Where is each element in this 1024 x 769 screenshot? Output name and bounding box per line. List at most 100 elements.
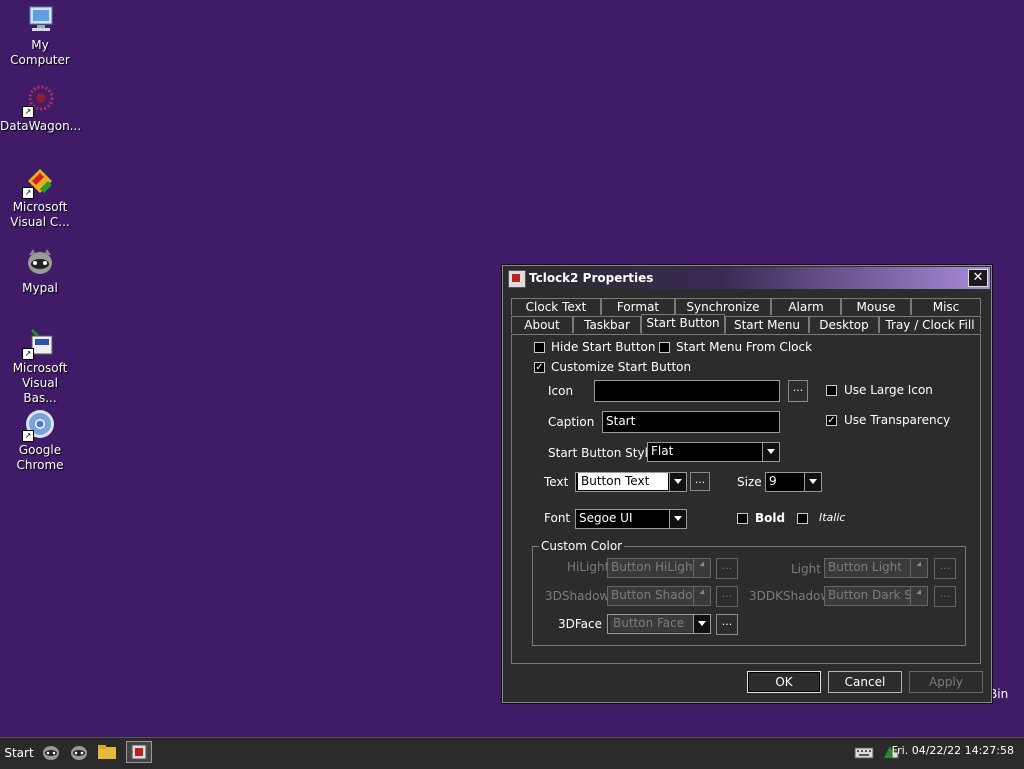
use-large-icon-checkbox[interactable]: [826, 385, 837, 396]
check-icon: ✓: [827, 415, 836, 426]
tab-label: About: [524, 318, 560, 332]
use-large-icon-label: Use Large Icon: [844, 383, 933, 397]
use-transparency-checkbox[interactable]: ✓: [826, 415, 837, 426]
custom-color-title: Custom Color: [539, 539, 625, 553]
tab-mouse[interactable]: Mouse: [841, 298, 911, 315]
tab-taskbar[interactable]: Taskbar: [573, 316, 641, 333]
3ddkshadow-browse-button[interactable]: ...: [934, 586, 956, 607]
shortcut-arrow-icon: ↗: [22, 187, 34, 199]
tab-label: Start Menu: [733, 318, 801, 332]
icon-label: Icon: [548, 384, 574, 398]
light-browse-button[interactable]: ...: [934, 558, 956, 579]
text-color-label: Text: [544, 475, 569, 489]
tab-label: Misc: [932, 300, 960, 314]
close-button[interactable]: ✕: [968, 269, 988, 287]
hide-start-button-label: Hide Start Button: [551, 340, 656, 354]
3ddkshadow-color-select[interactable]: Button Dark Sh: [824, 586, 928, 606]
desktop-icon-datawagon[interactable]: ↗ DataWagon...: [0, 84, 82, 134]
shortcut-arrow-icon: ↗: [22, 348, 34, 360]
3dshadow-label: 3DShadow: [545, 589, 610, 603]
tab-label: Clock Text: [525, 300, 587, 314]
quicklaunch-mypal-2-icon[interactable]: [68, 741, 90, 763]
select-value: Flat: [651, 444, 674, 458]
italic-checkbox[interactable]: [797, 513, 808, 524]
size-label: Size: [737, 475, 762, 489]
customize-start-button-label: Customize Start Button: [551, 360, 692, 374]
bold-checkbox[interactable]: [737, 513, 748, 524]
check-icon: ✓: [535, 362, 544, 373]
tab-alarm[interactable]: Alarm: [771, 298, 841, 315]
dialog-title: Tclock2 Properties: [529, 271, 654, 285]
tab-start-button[interactable]: Start Button: [641, 314, 725, 334]
explorer-folder-icon[interactable]: [96, 741, 118, 763]
tab-about[interactable]: About: [511, 316, 573, 333]
desktop-icon-label: DataWagon...: [0, 119, 82, 133]
chevron-down-icon: [762, 443, 779, 461]
use-transparency-label: Use Transparency: [844, 413, 951, 427]
font-size-select[interactable]: 9: [765, 472, 822, 492]
hide-start-button-checkbox[interactable]: [534, 342, 545, 353]
cancel-button[interactable]: Cancel: [828, 671, 902, 693]
start-menu-from-clock-checkbox[interactable]: [659, 342, 670, 353]
tclock-properties-dialog: Tclock2 Properties ✕ Clock Text Format S…: [502, 265, 992, 703]
desktop-icon-label: Mypal: [22, 281, 58, 295]
select-value: Button Shadow: [611, 588, 703, 602]
tab-label: Mouse: [856, 300, 896, 314]
desktop-icon-chrome[interactable]: ↗ Google Chrome: [0, 408, 80, 473]
3dface-color-select[interactable]: Button Face: [607, 614, 711, 634]
3dface-browse-button[interactable]: ...: [716, 614, 738, 635]
taskbar-clock[interactable]: Fri. 04/22/22 14:27:58: [892, 744, 1014, 757]
text-color-select[interactable]: Button Text: [575, 472, 687, 492]
hilight-browse-button[interactable]: ...: [716, 558, 738, 579]
desktop-icon-visual-c[interactable]: ↗ Microsoft Visual C...: [0, 165, 80, 230]
tab-desktop[interactable]: Desktop: [809, 316, 879, 333]
keyboard-icon[interactable]: [854, 744, 874, 760]
3dshadow-browse-button[interactable]: ...: [716, 586, 738, 607]
tab-label: Desktop: [819, 318, 869, 332]
light-color-select[interactable]: Button Light: [824, 558, 928, 578]
hilight-label: HiLight: [567, 560, 610, 574]
chevron-down-icon: [669, 473, 686, 491]
text-color-browse-button[interactable]: ...: [690, 472, 710, 491]
tab-label: Tray / Clock Fill: [885, 318, 975, 332]
chevron-down-icon: [693, 615, 710, 633]
select-value: Button Light: [828, 560, 902, 574]
3dshadow-color-select[interactable]: Button Shadow: [607, 586, 711, 606]
quicklaunch-mypal-icon[interactable]: [40, 741, 62, 763]
font-select[interactable]: Segoe UI: [575, 509, 687, 529]
visual-c-icon: ↗: [22, 165, 56, 199]
chevron-down-icon: [804, 473, 821, 491]
caption-field[interactable]: Start: [602, 411, 780, 433]
ok-button[interactable]: OK: [747, 671, 821, 693]
font-label: Font: [544, 511, 571, 525]
desktop-icon-mypal[interactable]: Mypal: [0, 246, 80, 296]
desktop-icon-label: Microsoft Visual Bas...: [12, 361, 68, 405]
tab-label: Synchronize: [686, 300, 760, 314]
computer-icon: [24, 3, 56, 35]
tab-misc[interactable]: Misc: [911, 298, 981, 315]
dialog-titlebar[interactable]: Tclock2 Properties ✕: [504, 267, 990, 289]
icon-path-field[interactable]: [594, 380, 780, 402]
start-button-style-select[interactable]: Flat: [647, 442, 780, 462]
desktop-icon-label: My Computer: [10, 38, 70, 67]
icon-browse-button[interactable]: ...: [788, 380, 808, 402]
desktop-icon-visual-basic[interactable]: ↗ Microsoft Visual Bas...: [0, 326, 80, 406]
taskbar-tclock-window-button[interactable]: [126, 741, 152, 763]
tab-synchronize[interactable]: Synchronize: [675, 298, 771, 315]
desktop-icon-my-computer[interactable]: My Computer: [0, 3, 80, 68]
pencil-icon: [693, 559, 710, 577]
start-button[interactable]: Start: [0, 739, 38, 767]
tab-tray-clock-fill[interactable]: Tray / Clock Fill: [879, 316, 981, 333]
tab-format[interactable]: Format: [601, 298, 675, 315]
select-value: Button Face: [610, 615, 694, 632]
tab-clock-text[interactable]: Clock Text: [511, 298, 601, 315]
hilight-color-select[interactable]: Button HiLight: [607, 558, 711, 578]
light-label: Light: [791, 562, 821, 576]
tab-start-menu[interactable]: Start Menu: [725, 316, 809, 333]
mypal-icon: [24, 246, 56, 278]
customize-start-button-checkbox[interactable]: ✓: [534, 362, 545, 373]
desktop-icon-label: Google Chrome: [16, 443, 64, 472]
apply-button[interactable]: Apply: [909, 671, 983, 693]
chevron-down-icon: [669, 510, 686, 528]
select-value: 9: [769, 474, 777, 488]
